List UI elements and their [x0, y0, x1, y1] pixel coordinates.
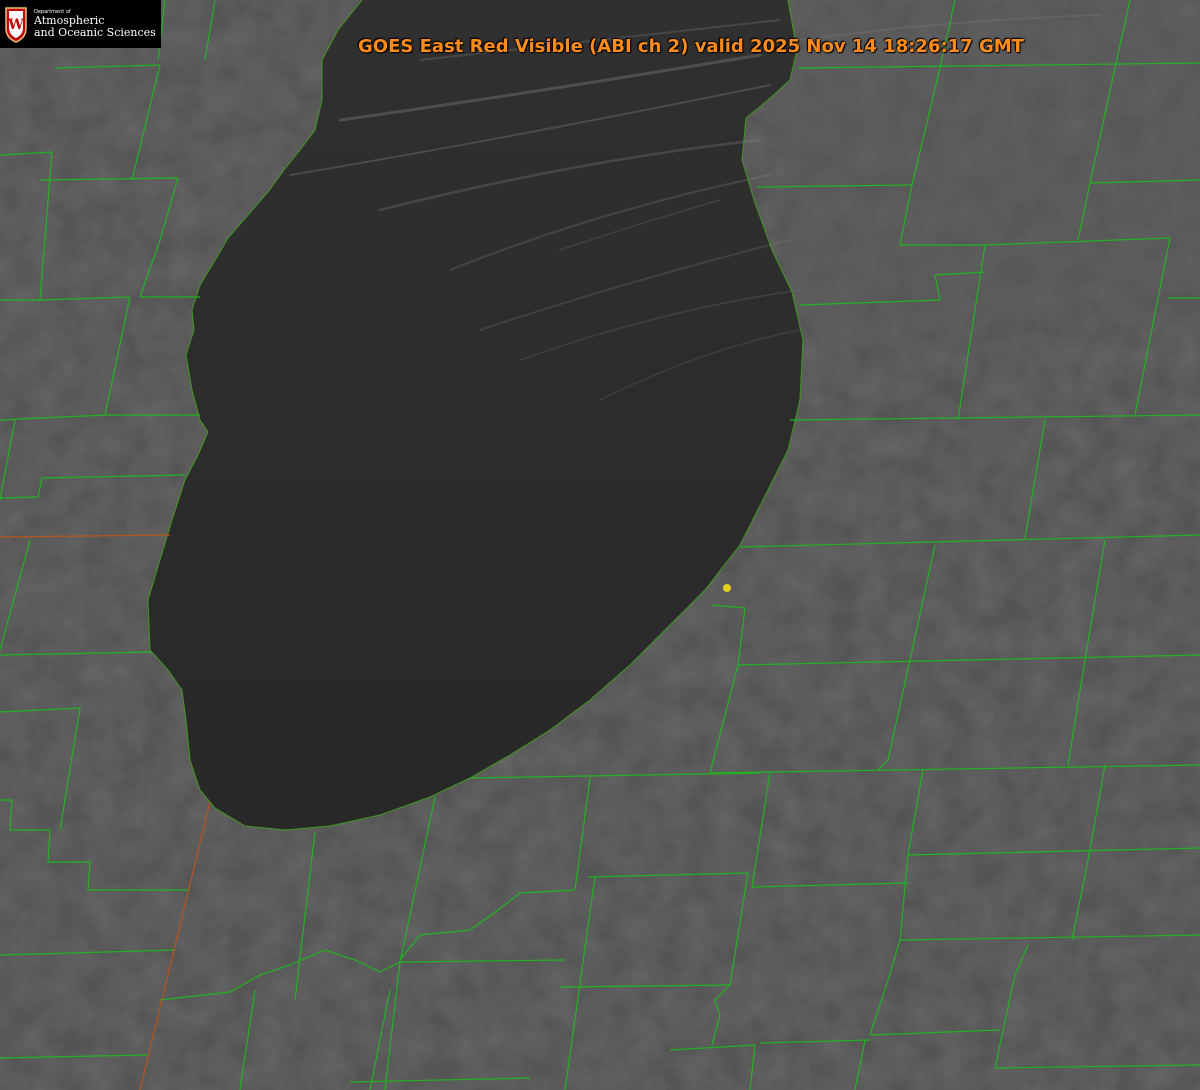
- station-point: [723, 584, 731, 592]
- image-title: GOES East Red Visible (ABI ch 2) valid 2…: [358, 36, 1024, 57]
- image-title-wrap: GOES East Red Visible (ABI ch 2) valid 2…: [0, 36, 1200, 57]
- seal-letter: W: [7, 17, 24, 33]
- satellite-map: [0, 0, 1200, 1090]
